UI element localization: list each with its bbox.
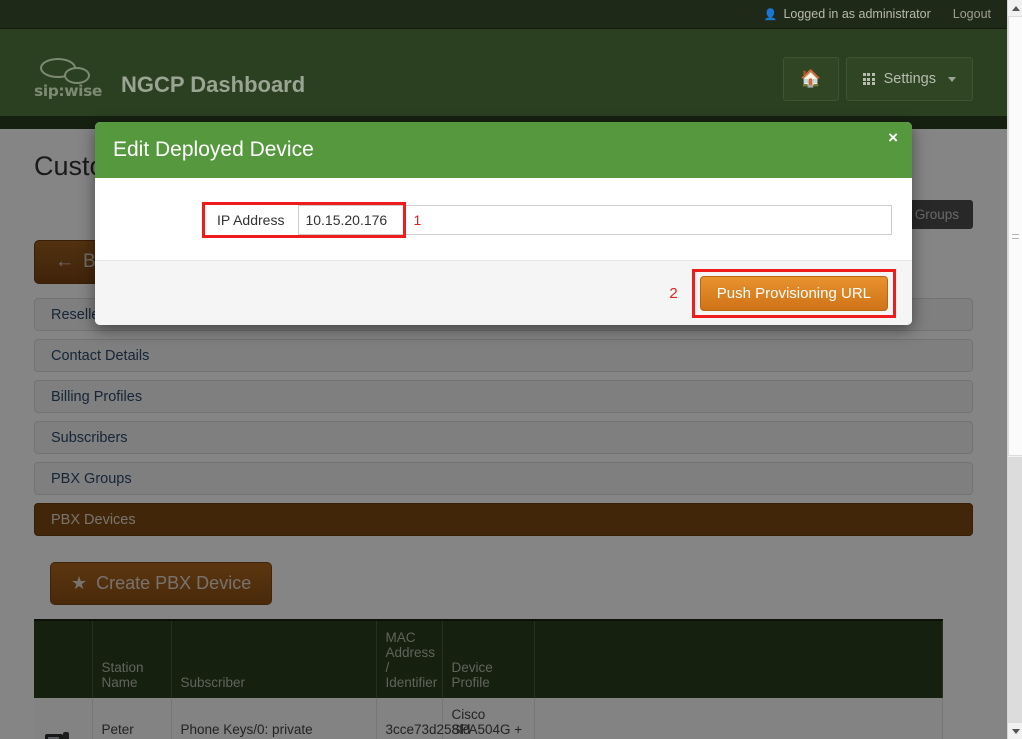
logged-in-label: Logged in as administrator xyxy=(783,7,931,21)
close-icon[interactable]: × xyxy=(888,129,898,146)
user-icon: 👤 xyxy=(763,8,778,21)
home-button[interactable]: 🏠 xyxy=(783,57,839,101)
nav-actions: 🏠 Settings xyxy=(783,57,973,101)
push-button-highlight-box: Push Provisioning URL xyxy=(691,268,896,318)
push-provisioning-url-button[interactable]: Push Provisioning URL xyxy=(699,275,888,311)
page-scrollbar[interactable] xyxy=(1007,0,1022,739)
annotation-marker-1: 1 xyxy=(413,212,422,228)
logged-in-status: 👤 Logged in as administrator xyxy=(764,7,931,21)
ip-address-label: IP Address xyxy=(217,212,285,228)
modal-header: Edit Deployed Device × xyxy=(95,122,912,178)
scrollbar-thumb[interactable] xyxy=(1008,16,1022,456)
ip-address-highlight-box: IP Address xyxy=(202,202,407,238)
screenshot-root: 👤 Logged in as administrator Logout sip:… xyxy=(0,0,1022,739)
main-navbar: sip:wise NGCP Dashboard 🏠 Settings xyxy=(0,29,1007,129)
settings-dropdown-button[interactable]: Settings xyxy=(845,57,973,101)
grid-icon xyxy=(862,73,875,85)
scroll-up-icon[interactable] xyxy=(1008,0,1022,16)
edit-deployed-device-modal: Edit Deployed Device × IP Address 1 2 Pu… xyxy=(95,122,912,325)
scroll-down-icon[interactable] xyxy=(1008,723,1022,739)
home-icon: 🏠 xyxy=(800,69,822,88)
settings-label: Settings xyxy=(883,71,936,87)
logout-link[interactable]: Logout xyxy=(953,7,991,21)
modal-body: IP Address 1 xyxy=(95,178,912,260)
top-utility-bar: 👤 Logged in as administrator Logout xyxy=(0,0,1007,29)
ip-address-field-remainder: 1 xyxy=(403,205,892,235)
modal-footer: 2 Push Provisioning URL xyxy=(95,260,912,325)
sipwise-logo-icon: sip:wise xyxy=(34,58,112,100)
ip-address-input[interactable] xyxy=(298,205,404,235)
modal-title: Edit Deployed Device xyxy=(113,138,314,161)
brand[interactable]: sip:wise NGCP Dashboard xyxy=(34,58,305,100)
scrollbar-track[interactable] xyxy=(1008,457,1022,723)
ip-address-form-row: IP Address 1 xyxy=(115,202,892,238)
annotation-marker-2: 2 xyxy=(669,284,678,302)
chevron-down-icon xyxy=(948,76,956,82)
app-title: NGCP Dashboard xyxy=(121,72,306,97)
sipwise-wordmark: sip:wise xyxy=(34,82,103,100)
